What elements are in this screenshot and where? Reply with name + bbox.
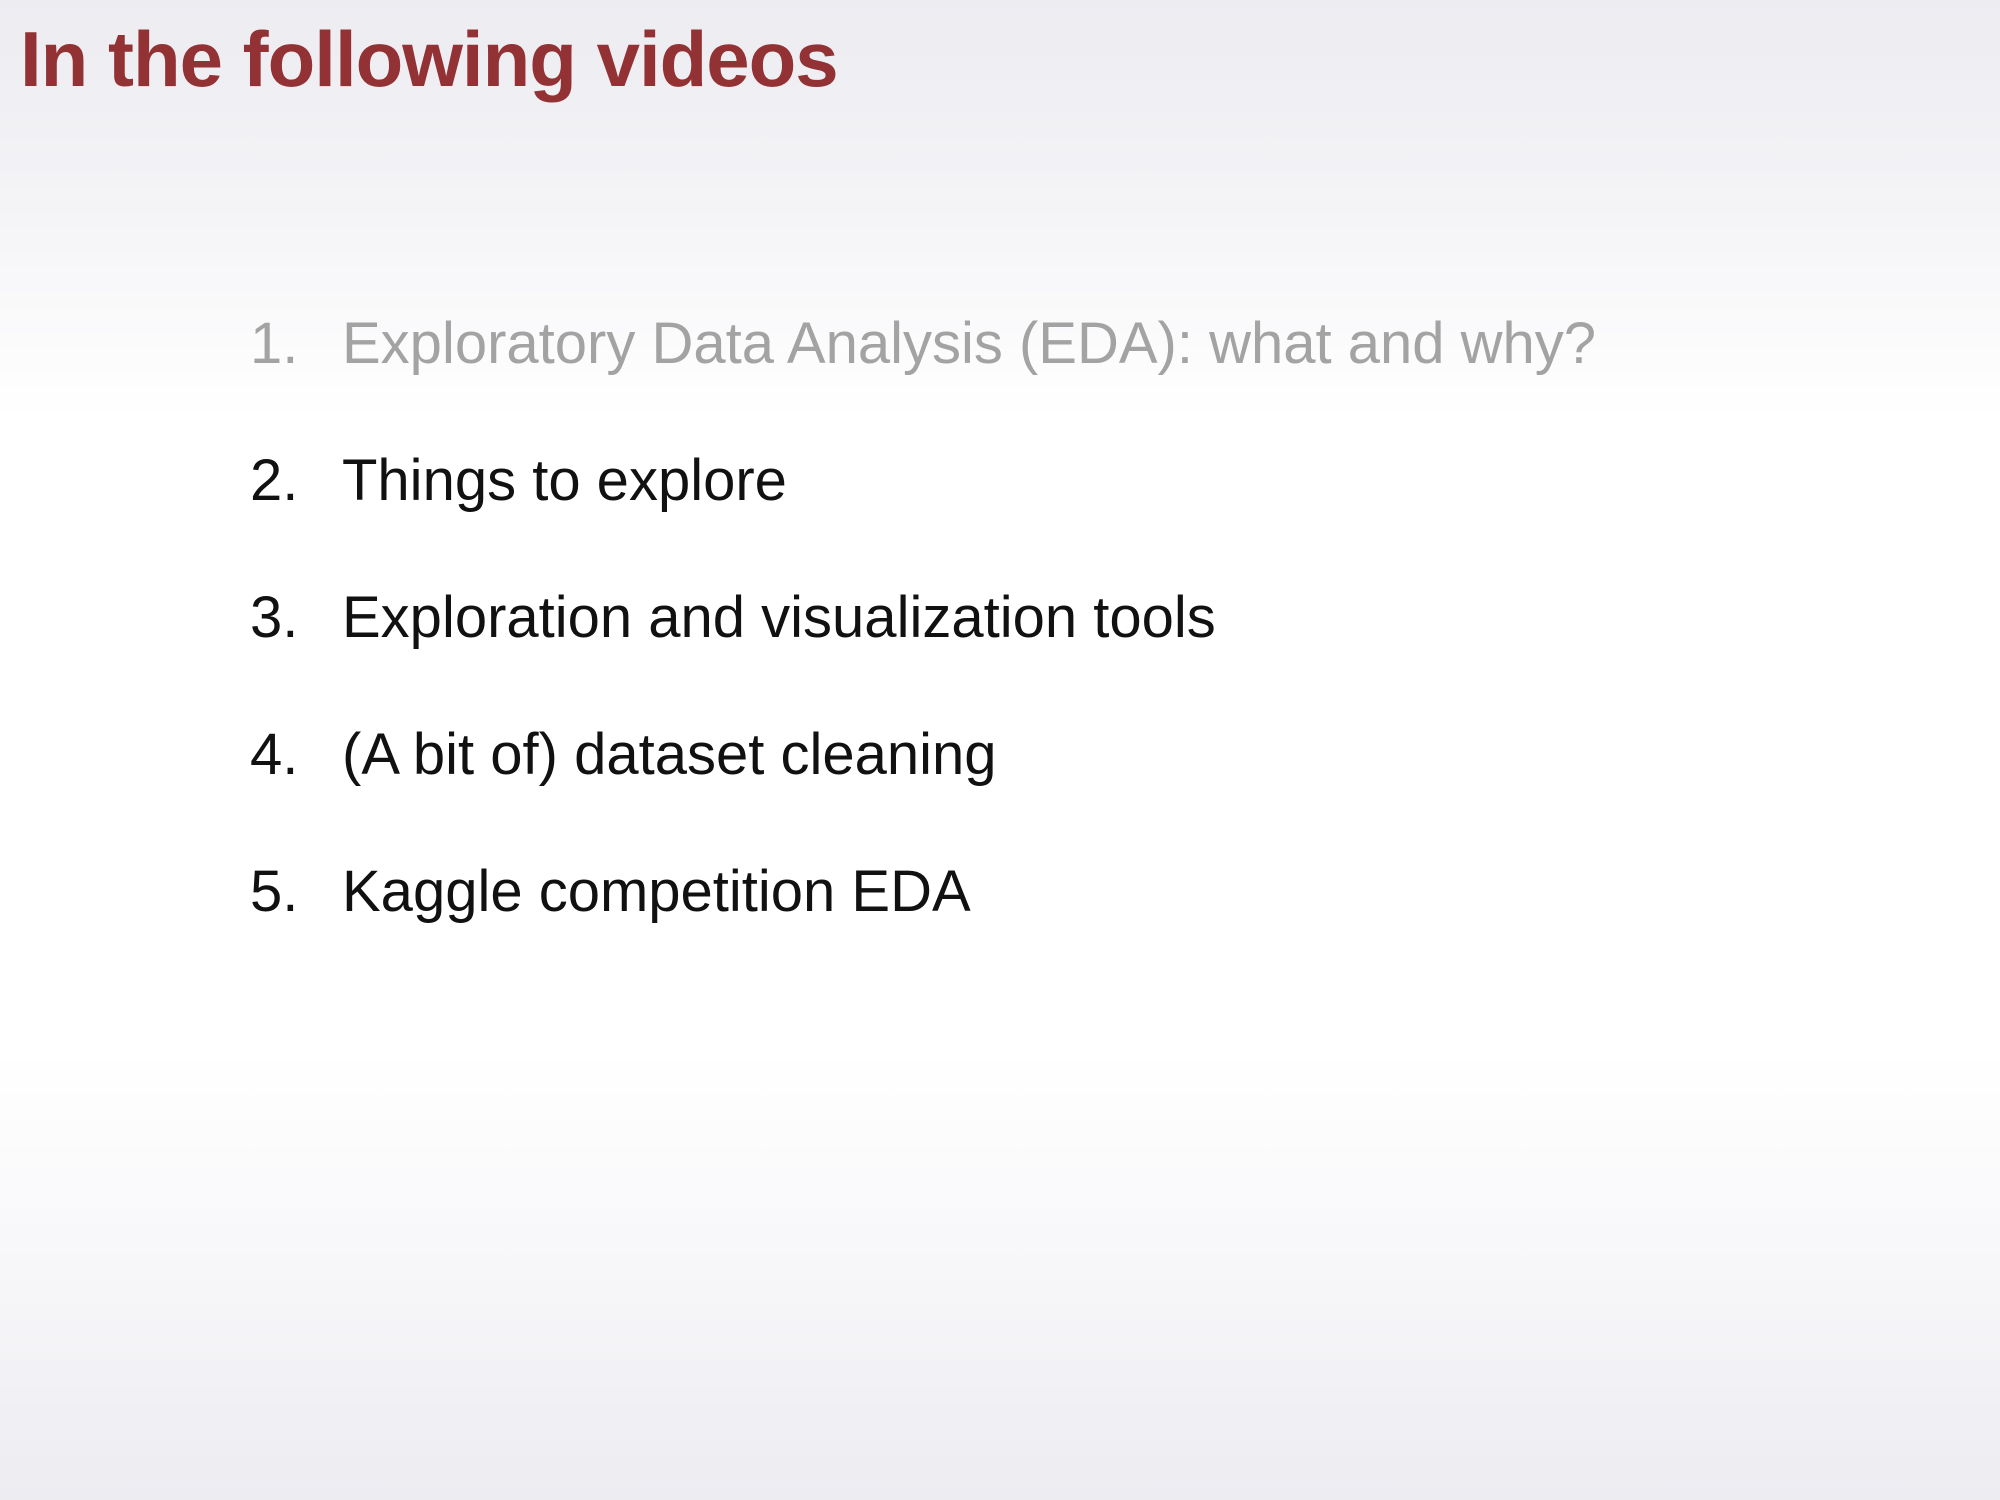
agenda-item-number: 2. <box>250 448 299 513</box>
agenda-list: 1. Exploratory Data Analysis (EDA): what… <box>250 310 1596 995</box>
agenda-item-3: 3. Exploration and visualization tools <box>250 584 1596 721</box>
agenda-item-text: Exploratory Data Analysis (EDA): what an… <box>342 311 1596 376</box>
agenda-item-text: Kaggle competition EDA <box>342 859 971 924</box>
agenda-item-text: Exploration and visualization tools <box>342 585 1216 650</box>
agenda-item-5: 5. Kaggle competition EDA <box>250 858 1596 995</box>
agenda-item-4: 4. (A bit of) dataset cleaning <box>250 721 1596 858</box>
agenda-item-number: 4. <box>250 722 299 787</box>
agenda-item-number: 5. <box>250 859 299 924</box>
agenda-item-number: 1. <box>250 311 299 376</box>
agenda-item-2: 2. Things to explore <box>250 447 1596 584</box>
slide-title: In the following videos <box>20 15 839 103</box>
agenda-item-1: 1. Exploratory Data Analysis (EDA): what… <box>250 310 1596 447</box>
agenda-item-number: 3. <box>250 585 299 650</box>
agenda-item-text: Things to explore <box>342 448 787 513</box>
agenda-item-text: (A bit of) dataset cleaning <box>342 722 997 787</box>
